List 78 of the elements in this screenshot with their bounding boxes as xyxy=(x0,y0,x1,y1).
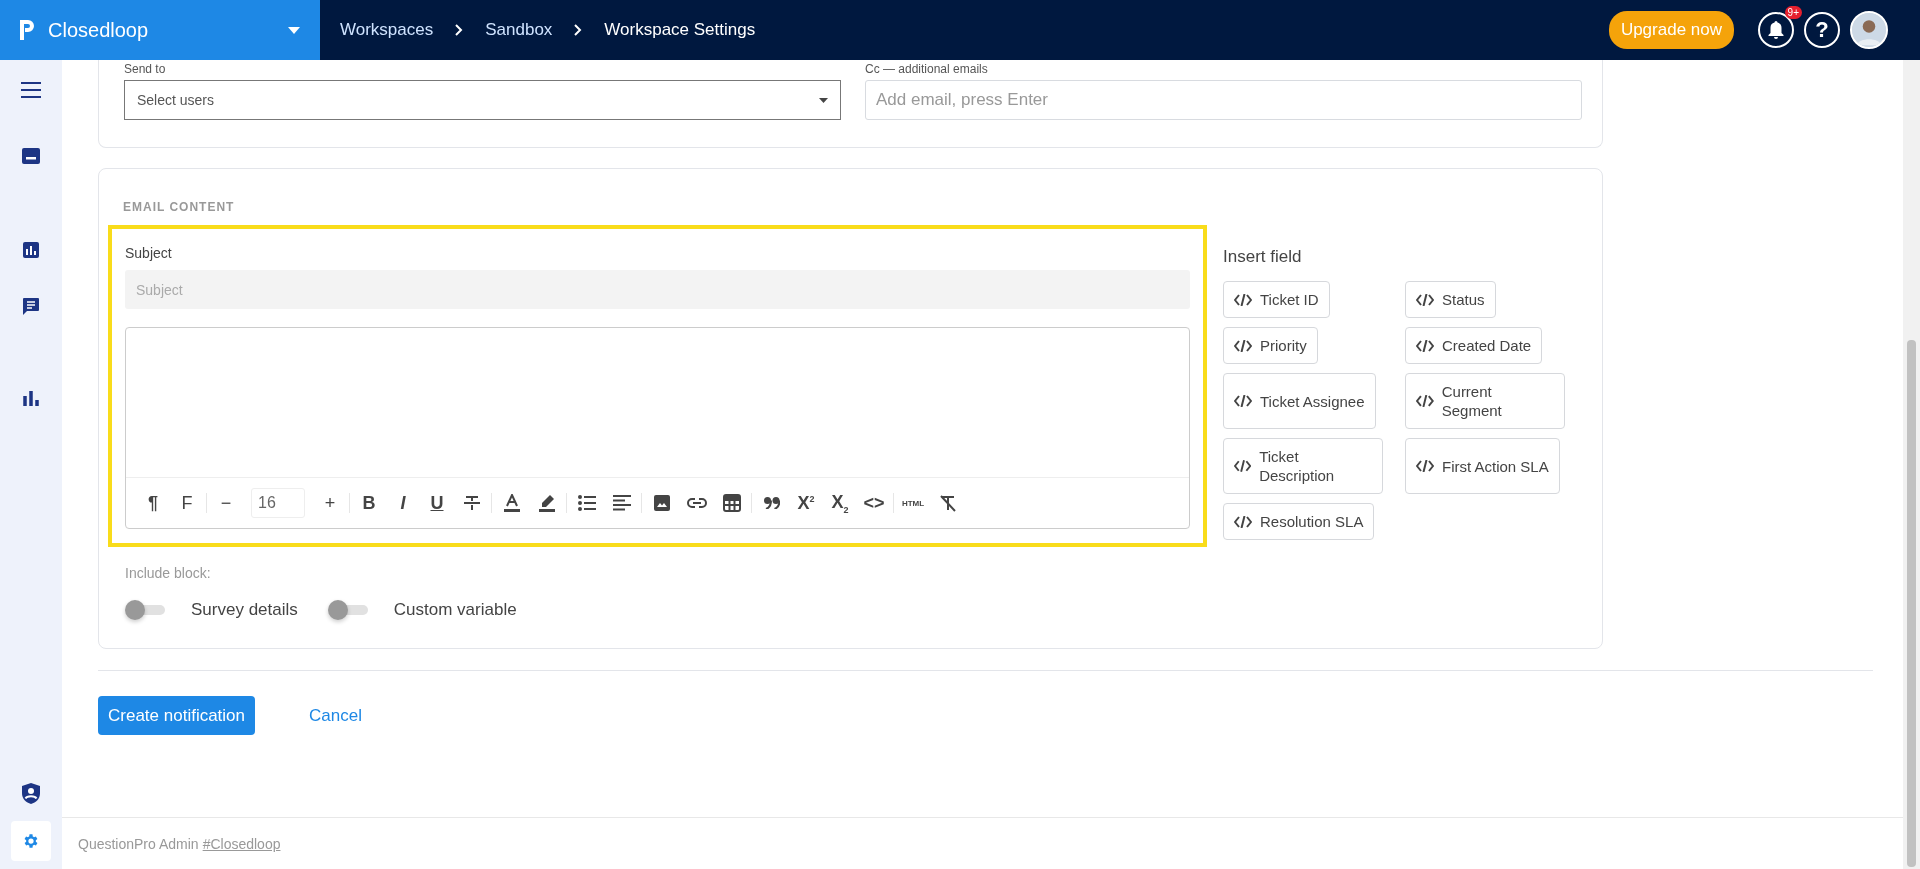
toggle-switch[interactable] xyxy=(327,599,370,621)
settings-icon[interactable] xyxy=(22,832,40,850)
toolbar-button[interactable]: + xyxy=(313,487,347,519)
bullet-list-icon[interactable] xyxy=(577,495,596,511)
caret-icon xyxy=(819,97,828,103)
section-heading: EMAIL CONTENT xyxy=(123,199,235,215)
insert-field-chip[interactable]: Priority xyxy=(1223,327,1318,364)
toolbar-button[interactable]: − xyxy=(209,487,243,519)
subject-input[interactable]: Subject xyxy=(125,270,1190,309)
toolbar-button[interactable]: ¶ xyxy=(136,487,170,519)
toolbar-button[interactable]: X$_{2}$ xyxy=(823,487,857,519)
breadcrumb-link[interactable]: Workspace Settings xyxy=(604,20,756,40)
strikethrough-icon[interactable] xyxy=(462,494,481,512)
link-icon[interactable] xyxy=(686,497,707,509)
code-icon xyxy=(1416,460,1434,472)
code-icon xyxy=(1234,293,1252,306)
panel-title: Insert field xyxy=(1223,247,1302,267)
code-icon xyxy=(1234,460,1252,472)
toggle-label: Survey details xyxy=(191,600,298,620)
app-name: Closedloop xyxy=(48,18,150,42)
toolbar-button[interactable]: X$^{2}$ xyxy=(789,487,823,519)
insert-field-chip[interactable]: Ticket Description xyxy=(1223,438,1383,494)
code-icon xyxy=(1416,395,1434,407)
bell-icon xyxy=(1768,21,1784,39)
text-color-icon[interactable] xyxy=(502,494,521,512)
insert-field-chip[interactable]: Resolution SLA xyxy=(1223,503,1375,540)
rich-text-editor[interactable]: ¶ F − 16 + B I U X$^{2}$ X$_{2}$ <> HTML xyxy=(125,327,1190,529)
help-button[interactable]: ? xyxy=(1804,12,1840,48)
bar-chart-icon[interactable] xyxy=(23,390,39,406)
field-label: Include block: xyxy=(125,565,211,581)
toggle-switch[interactable] xyxy=(125,599,167,621)
menu-icon[interactable] xyxy=(20,81,42,99)
report-icon[interactable] xyxy=(23,242,39,258)
toolbar-button[interactable]: <> xyxy=(857,487,891,519)
notification-badge: 9+ xyxy=(1784,6,1802,19)
toolbar-button[interactable]: B xyxy=(352,487,386,519)
code-icon xyxy=(1416,339,1434,352)
field-label: Send to xyxy=(124,62,167,78)
code-icon xyxy=(1416,293,1434,306)
scrollbar-thumb[interactable] xyxy=(1907,340,1916,867)
code-icon xyxy=(1234,515,1252,528)
toolbar-button[interactable]: F xyxy=(170,487,204,519)
font-size-field[interactable]: 16 xyxy=(251,488,305,518)
breadcrumb-link[interactable]: Sandbox xyxy=(485,20,553,40)
logo-icon xyxy=(20,20,34,40)
align-left-icon[interactable] xyxy=(612,495,631,511)
toolbar-button[interactable]: HTML xyxy=(896,487,930,519)
field-label: Cc — additional emails xyxy=(865,62,989,78)
toggle-label: Custom variable xyxy=(393,600,517,620)
chat-icon[interactable] xyxy=(22,297,40,315)
insert-field-chip[interactable]: Ticket ID xyxy=(1223,281,1330,318)
user-select[interactable]: Select users xyxy=(124,80,841,120)
insert-field-chip[interactable]: Status xyxy=(1405,281,1496,318)
toolbar-button[interactable]: U xyxy=(420,487,454,519)
breadcrumb-link[interactable]: Workspaces xyxy=(340,20,434,40)
code-icon xyxy=(1234,395,1252,407)
chevron-right-icon xyxy=(455,24,464,36)
highlighter-icon[interactable] xyxy=(537,494,556,512)
email-input[interactable]: Add email, press Enter xyxy=(865,80,1582,120)
insert-field-chip[interactable]: First Action SLA xyxy=(1405,438,1560,494)
insert-field-chip[interactable]: Ticket Assignee xyxy=(1223,373,1376,429)
caret-icon[interactable] xyxy=(288,26,300,34)
quote-icon[interactable] xyxy=(763,497,780,509)
insert-field-chip[interactable]: Created Date xyxy=(1405,327,1543,364)
clear-format-icon[interactable] xyxy=(938,494,957,512)
image-icon[interactable] xyxy=(653,495,670,511)
cancel-link[interactable]: Cancel xyxy=(309,705,362,726)
toolbar-button[interactable]: I xyxy=(386,487,420,519)
code-icon xyxy=(1234,339,1252,352)
footer-text: QuestionPro Admin xyxy=(78,835,199,852)
card-icon[interactable] xyxy=(22,148,40,164)
create-button[interactable]: Create notification xyxy=(98,696,256,735)
avatar[interactable] xyxy=(1850,11,1888,49)
table-icon[interactable] xyxy=(722,494,741,512)
chevron-right-icon xyxy=(574,24,583,36)
insert-field-chip[interactable]: Current Segment xyxy=(1405,373,1565,429)
field-label: Subject xyxy=(125,245,172,261)
shield-user-icon[interactable] xyxy=(22,782,40,804)
